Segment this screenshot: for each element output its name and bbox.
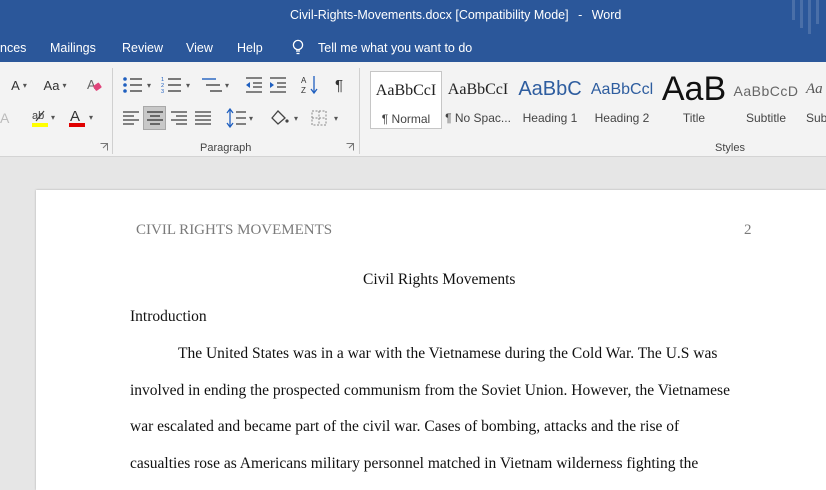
style-label: ¶ Normal — [381, 112, 431, 126]
window-title: Civil-Rights-Movements.docx [Compatibili… — [290, 8, 621, 22]
style-subtitle[interactable]: AaBbCcD Subtitle — [730, 71, 802, 129]
svg-text:A: A — [301, 76, 307, 85]
page-number: 2 — [744, 222, 752, 238]
style-label: Heading 1 — [522, 111, 578, 125]
svg-text:▾: ▾ — [89, 113, 93, 122]
align-left-icon[interactable] — [122, 110, 140, 126]
align-right-icon[interactable] — [170, 110, 188, 126]
svg-text:▾: ▾ — [186, 81, 190, 90]
tab-view[interactable]: View — [186, 41, 213, 55]
style-no-spacing[interactable]: AaBbCcI ¶ No Spac... — [442, 71, 514, 129]
numbering-icon[interactable]: 1 2 3 ▾ — [161, 76, 195, 94]
line-spacing-icon[interactable]: ▾ — [226, 108, 256, 128]
svg-text:A: A — [70, 108, 80, 125]
body-line: war escalated and became part of the civ… — [130, 418, 680, 435]
tab-review[interactable]: Review — [122, 41, 163, 55]
svg-text:A: A — [0, 110, 10, 126]
document-name: Civil-Rights-Movements.docx — [290, 8, 452, 22]
borders-icon[interactable]: ▾ — [310, 108, 344, 128]
tab-mailings[interactable]: Mailings — [50, 41, 96, 55]
svg-text:▾: ▾ — [334, 114, 338, 123]
style-preview: AaBbCcI — [375, 82, 437, 99]
justify-icon[interactable] — [194, 110, 212, 126]
multilevel-list-icon[interactable]: ▾ — [200, 76, 234, 94]
decrease-indent-icon[interactable] — [245, 76, 263, 94]
section-heading: Introduction — [130, 308, 207, 325]
style-preview: Aa — [806, 81, 823, 97]
style-heading-1[interactable]: AaBbC Heading 1 — [514, 71, 586, 129]
svg-text:Z: Z — [301, 86, 306, 95]
group-separator — [359, 68, 360, 154]
style-label: Sub — [806, 111, 826, 125]
shading-icon[interactable]: ▾ — [268, 108, 302, 128]
style-preview: AaBbC — [518, 78, 582, 100]
svg-text:▾: ▾ — [249, 114, 253, 123]
grow-font-icon: A — [11, 77, 20, 93]
tab-help[interactable]: Help — [237, 41, 263, 55]
increase-indent-icon[interactable] — [269, 76, 287, 94]
document-area[interactable]: CIVIL RIGHTS MOVEMENTS 2 Civil Rights Mo… — [0, 157, 826, 490]
style-preview: AaBbCcD — [733, 83, 799, 99]
svg-text:3: 3 — [161, 89, 164, 94]
svg-text:A: A — [87, 77, 96, 92]
sort-icon[interactable]: A Z — [301, 74, 319, 96]
ribbon: A ▾ Aa ▾ A A ab ▾ A ▾ ▾ 1 2 3 ▾ ▾ A Z ¶ … — [0, 62, 826, 157]
bullets-icon[interactable]: ▾ — [122, 76, 156, 94]
style-title[interactable]: AaB Title — [658, 71, 730, 129]
show-formatting-marks-button[interactable]: ¶ — [329, 74, 349, 96]
svg-text:▾: ▾ — [147, 81, 151, 90]
paragraph-dialog-launcher-icon[interactable] — [346, 143, 354, 151]
svg-text:▾: ▾ — [51, 113, 55, 122]
tab-references[interactable]: nces — [0, 41, 26, 55]
body-line: involved in ending the prospected commun… — [130, 382, 730, 399]
compatibility-mode: [Compatibility Mode] — [455, 8, 569, 22]
style-label: Title — [682, 111, 706, 125]
change-case-icon: Aa — [43, 77, 60, 93]
svg-text:▾: ▾ — [294, 114, 298, 123]
tell-me-search[interactable]: Tell me what you want to do — [318, 41, 472, 55]
style-heading-2[interactable]: AaBbCcl Heading 2 — [586, 71, 658, 129]
style-normal[interactable]: AaBbCcI ¶ Normal — [370, 71, 442, 129]
lightbulb-icon[interactable] — [291, 39, 305, 57]
font-color-icon[interactable]: A ▾ — [68, 106, 96, 130]
body-line: The United States was in a war with the … — [178, 345, 718, 362]
change-case-button[interactable]: Aa ▾ — [38, 74, 72, 96]
title-separator: - — [578, 8, 583, 22]
titlebar-decoration — [786, 0, 826, 34]
highlight-color-icon[interactable]: ab ▾ — [30, 106, 58, 130]
align-center-icon — [147, 111, 163, 125]
align-center-button[interactable] — [143, 106, 166, 130]
style-preview: AaBbCcl — [590, 81, 654, 98]
clear-formatting-icon[interactable]: A — [86, 76, 102, 94]
style-label: ¶ No Spac... — [445, 111, 511, 125]
style-preview: AaB — [661, 71, 727, 108]
svg-text:ab: ab — [32, 110, 44, 122]
paragraph-group-label: Paragraph — [200, 142, 252, 154]
ribbon-tabs: nces Mailings Review View Help Tell me w… — [0, 34, 826, 62]
styles-gallery: AaBbCcI ¶ Normal AaBbCcI ¶ No Spac... Aa… — [366, 68, 826, 132]
styles-group-label: Styles — [715, 142, 745, 154]
svg-text:▾: ▾ — [225, 81, 229, 90]
running-head: CIVIL RIGHTS MOVEMENTS — [136, 222, 333, 238]
body-line: casualties rose as Americans military pe… — [130, 455, 699, 472]
style-preview: AaBbCcI — [447, 81, 509, 98]
text-effects-icon[interactable]: A — [0, 108, 14, 128]
style-subtle-emphasis[interactable]: Aa Sub — [802, 71, 826, 129]
style-label: Subtitle — [745, 111, 787, 125]
grow-font-button[interactable]: A ▾ — [8, 74, 30, 96]
title-bar: Civil-Rights-Movements.docx [Compatibili… — [0, 0, 826, 34]
document-page[interactable]: CIVIL RIGHTS MOVEMENTS 2 Civil Rights Mo… — [36, 190, 826, 490]
group-separator — [112, 68, 113, 154]
font-dialog-launcher-icon[interactable] — [100, 143, 108, 151]
style-label: Heading 2 — [594, 111, 650, 125]
document-title: Civil Rights Movements — [363, 271, 516, 288]
app-name: Word — [591, 8, 622, 22]
